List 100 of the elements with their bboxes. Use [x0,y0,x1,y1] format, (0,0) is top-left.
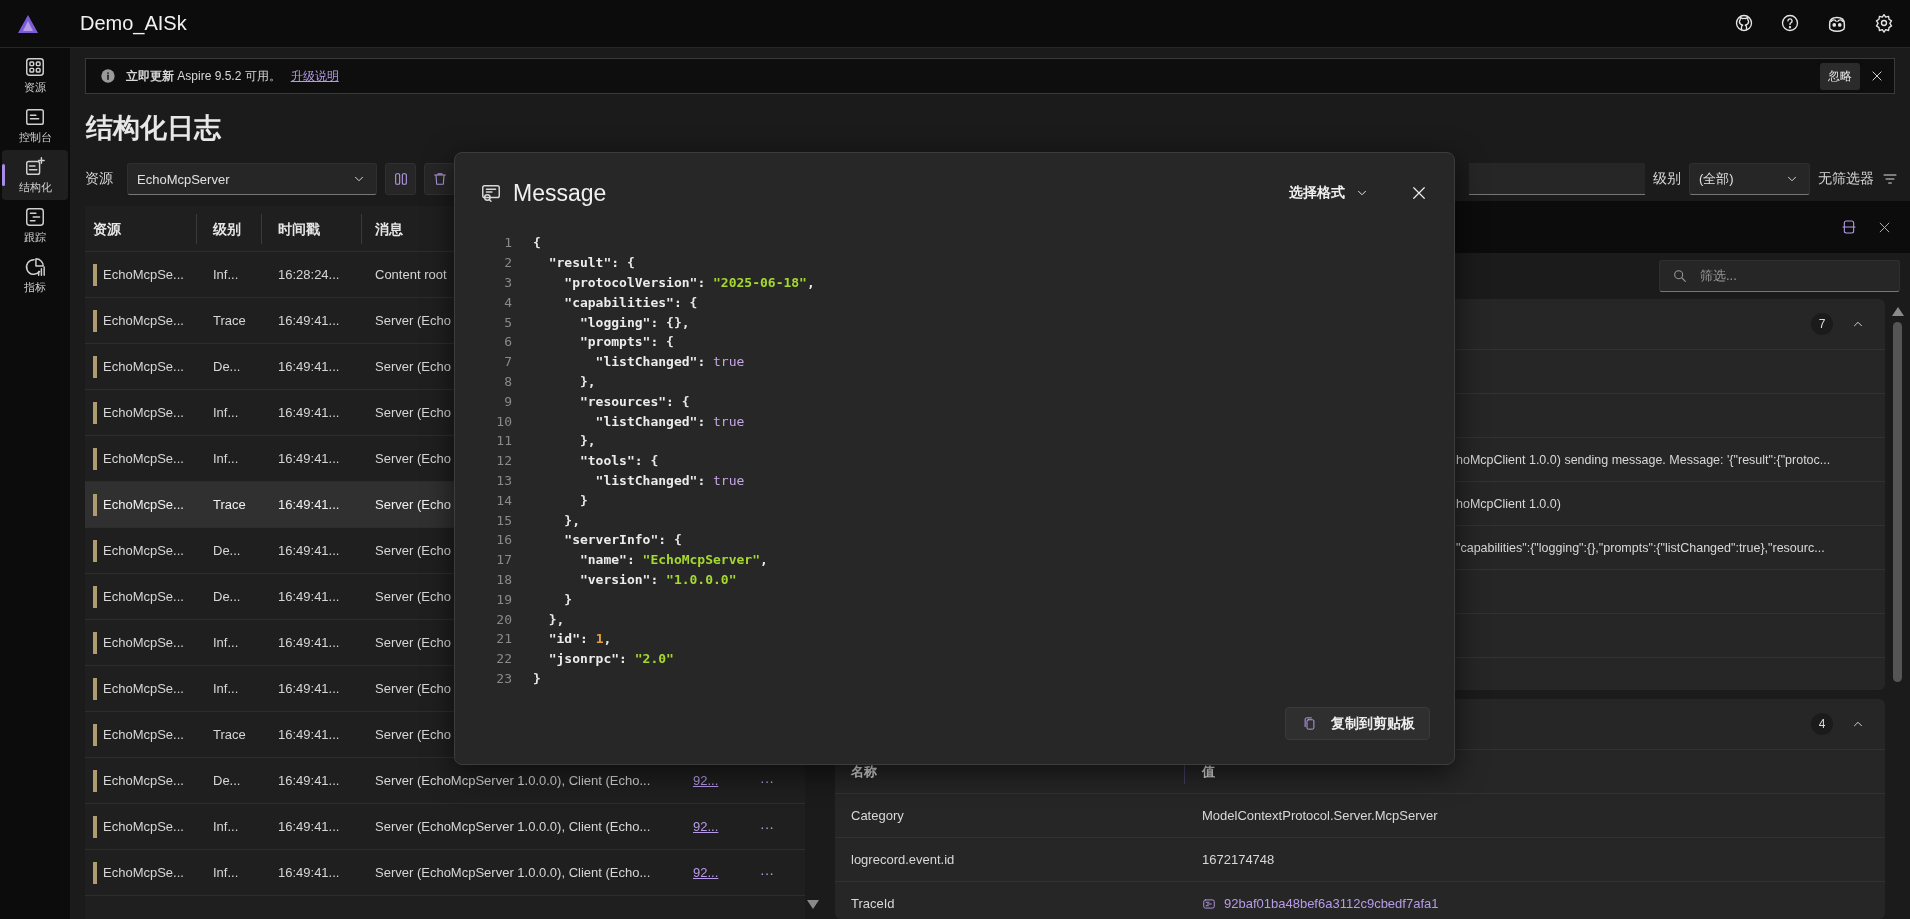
table-cell: EchoMcpSe... [103,727,184,742]
filter-field[interactable]: 筛选... [1659,260,1900,292]
table-cell: 16:49:41... [278,727,340,742]
table-cell: 16:49:41... [278,497,340,512]
resource-label: 资源 [85,170,113,188]
sidebar-item[interactable]: 资源 [2,50,68,100]
copy-button[interactable]: 复制到剪贴板 [1285,707,1430,740]
table-cell: Server (Echo [375,359,451,374]
split-view-button[interactable] [1841,219,1857,235]
search-field[interactable] [1469,163,1645,195]
table-cell: EchoMcpSe... [103,267,184,282]
log-row[interactable]: EchoMcpSe... Inf... 16:49:41... Server (EchoMcpServer 1.0.0.0), Client (Echo... 92... ··· [85,804,805,850]
resource-color-bar [93,309,97,332]
delete-button[interactable] [424,163,455,195]
column-header[interactable]: 级别 [197,213,262,244]
sidebar-item[interactable]: 跟踪 [2,200,68,250]
line-number: 1 [503,235,512,251]
table-cell-text: "capabilities":{"logging":{},"prompts":{"listChanged":true},"resourc... [1455,540,1825,555]
scroll-down-icon[interactable] [806,900,819,909]
level-select[interactable]: (全部) [1689,163,1810,195]
code-line: "id": 1, [547,631,612,647]
table-cell: Trace [213,727,246,742]
log-row[interactable]: EchoMcpSe... Inf... 16:49:41... Server (EchoMcpServer 1.0.0.0), Client (Echo... 92... ··· [85,850,805,896]
format-dropdown[interactable]: 选择格式 [1283,183,1375,203]
sidebar-item[interactable]: 控制台 [2,100,68,150]
close-button[interactable] [1870,69,1884,83]
table-cell: 16:49:41... [278,451,340,466]
settings-icon[interactable] [1874,12,1894,33]
resource-color-bar [93,769,97,792]
banner-text: 立即更新 Aspire 9.5.2 可用。 [126,67,281,85]
table-cell: Server (Echo [375,313,451,328]
split-view-icon [1841,219,1857,235]
sidebar-item[interactable]: 结构化 [2,150,68,200]
scrollbar-thumb[interactable] [1893,322,1902,682]
table-cell: 16:28:24... [278,267,340,282]
table-cell: EchoMcpSe... [103,819,184,834]
code-line: }, [563,512,580,528]
more-button[interactable]: ··· [760,818,774,835]
columns-button[interactable] [385,163,416,195]
resource-color-bar [93,815,97,838]
dialog-title: Message [513,179,607,207]
table-cell: 16:49:41... [278,865,340,880]
line-number: 19 [495,591,512,607]
table-cell-text: 1672174748 [1201,852,1275,868]
code-line: } [563,591,573,607]
code-line: "listChanged": true [594,354,745,370]
table-cell: Inf... [213,819,239,834]
table-cell: EchoMcpSe... [103,589,184,604]
table-cell: 16:49:41... [278,543,340,558]
column-header[interactable]: 时间戳 [262,213,362,244]
more-button[interactable]: ··· [760,772,774,789]
github-icon[interactable] [1734,12,1754,33]
table-cell: De... [213,543,241,558]
trace-link[interactable]: 92... [693,773,719,788]
trace-link[interactable]: 92baf01ba48bef6a3112c9cbedf7afa1 [1185,896,1439,912]
count-badge: 4 [1811,713,1833,736]
scroll-up-icon[interactable] [1891,307,1904,316]
code-line: "serverInfo": { [563,532,682,548]
line-number: 11 [495,433,512,449]
table-cell: Server (Echo [375,589,451,604]
filter-button[interactable] [1882,171,1898,187]
resource-color-bar [93,447,97,470]
table-cell: De... [213,589,241,604]
table-cell-text: logrecord.event.id [850,852,956,868]
table-cell: Server (Echo [375,451,451,466]
structured-log-icon [24,155,46,178]
app-title: Demo_AISk [80,12,187,35]
close-icon [1410,184,1428,202]
resource-color-bar [93,585,97,608]
column-header[interactable]: 资源 [85,213,197,244]
table-cell: EchoMcpSe... [103,635,184,650]
line-number: 2 [503,255,512,271]
resource-color-bar [93,861,97,884]
code-line: "logging": {}, [578,314,690,330]
table-cell: EchoMcpSe... [103,405,184,420]
more-button[interactable]: ··· [760,864,774,881]
table-cell: De... [213,359,241,374]
copy-icon [1302,716,1317,731]
table-cell: Inf... [213,635,239,650]
resource-color-bar [93,631,97,654]
trace-link[interactable]: 92... [693,865,719,880]
line-number: 22 [495,651,512,667]
table-cell-text: TraceId [850,896,896,912]
logo-icon[interactable] [17,13,39,34]
table-cell: Inf... [213,681,239,696]
resource-select[interactable]: EchoMcpServer [127,163,377,195]
code-line: } [533,670,541,686]
table-cell: EchoMcpSe... [103,497,184,512]
release-notes-link[interactable]: 升级说明 [290,67,339,85]
count-badge: 7 [1811,313,1833,335]
code-line: "tools": { [578,453,659,469]
line-number: 18 [495,571,512,587]
help-icon[interactable] [1780,12,1800,33]
sidebar-item[interactable]: 指标 [2,250,68,300]
trace-link[interactable]: 92... [693,819,719,834]
close-button[interactable] [1410,184,1428,202]
table-cell: Server (Echo [375,497,451,512]
table-cell: EchoMcpSe... [103,451,184,466]
table-cell: Server (EchoMcpServer 1.0.0.0), Client (Echo... [375,819,651,834]
ignore-button[interactable]: 忽略 [1820,62,1860,90]
